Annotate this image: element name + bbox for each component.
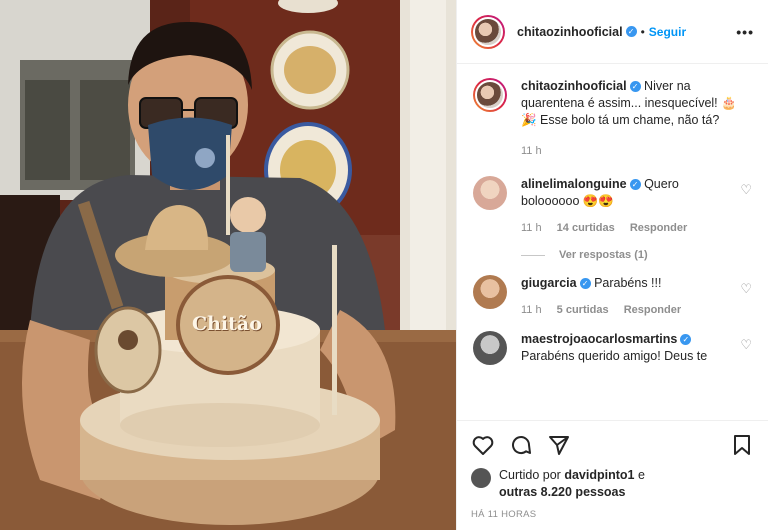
comment-text: Parabéns !!! — [594, 276, 662, 290]
verified-icon: ✓ — [680, 334, 692, 346]
reply-button[interactable]: Responder — [624, 304, 681, 316]
verified-icon: ✓ — [629, 81, 641, 93]
likes-others[interactable]: outras 8.220 pessoas — [499, 485, 625, 499]
separator-dot: • — [640, 24, 645, 39]
comment: alinelimalonguine ✓ Quero boloooooo 😍😍 11… — [473, 176, 752, 237]
share-icon[interactable] — [547, 433, 571, 457]
caption: chitaozinhooficial ✓ Niver na quarentena … — [473, 78, 752, 160]
view-replies-label[interactable]: Ver respostas (1) — [559, 249, 648, 261]
post-timestamp[interactable]: HÁ 11 HORAS — [471, 509, 754, 520]
comment-text: Parabéns querido amigo! Deus te — [521, 349, 708, 363]
commenter-avatar[interactable] — [473, 331, 507, 365]
cake-text: Chitão — [192, 313, 262, 335]
heart-icon[interactable] — [471, 433, 495, 457]
commenter-avatar[interactable] — [473, 275, 507, 309]
heart-icon[interactable]: ♡ — [740, 337, 752, 353]
heart-icon[interactable]: ♡ — [740, 281, 752, 297]
liker-avatar[interactable] — [471, 468, 491, 488]
comment-time[interactable]: 11 h — [521, 304, 542, 316]
comment-likes[interactable]: 14 curtidas — [557, 222, 615, 234]
comment-likes[interactable]: 5 curtidas — [557, 304, 609, 316]
caption-username[interactable]: chitaozinhooficial — [521, 79, 627, 93]
post-header: chitaozinhooficial ✓ • Seguir ••• — [457, 0, 768, 64]
author-avatar[interactable] — [473, 78, 507, 112]
comments-list[interactable]: chitaozinhooficial ✓ Niver na quarentena … — [457, 64, 768, 420]
verified-icon: ✓ — [579, 278, 591, 290]
comment: maestrojoaocarlosmartins ✓ Parabéns queri… — [473, 331, 752, 365]
comment-username[interactable]: alinelimalonguine — [521, 177, 627, 191]
reply-button[interactable]: Responder — [630, 222, 687, 234]
post-actions: Curtido por davidpinto1 e outras 8.220 p… — [457, 420, 768, 530]
commenter-avatar[interactable] — [473, 176, 507, 210]
caption-time[interactable]: 11 h — [521, 145, 542, 157]
photo-illustration — [0, 0, 456, 530]
post-photo[interactable]: Chitão — [0, 0, 456, 530]
likes-prefix: Curtido por — [499, 468, 561, 482]
comment-time[interactable]: 11 h — [521, 222, 542, 234]
liker-username[interactable]: davidpinto1 — [564, 468, 634, 482]
verified-icon: ✓ — [629, 179, 641, 191]
verified-icon: ✓ — [625, 26, 637, 37]
comment-username[interactable]: maestrojoaocarlosmartins — [521, 332, 677, 346]
post-side-panel: chitaozinhooficial ✓ • Seguir ••• chitao… — [456, 0, 768, 530]
replies-line — [521, 254, 545, 256]
likes-suffix: e — [637, 468, 645, 482]
comment-icon[interactable] — [509, 433, 533, 457]
heart-icon[interactable]: ♡ — [740, 182, 752, 198]
view-replies[interactable]: Ver respostas (1) — [521, 249, 752, 261]
likes-summary: Curtido por davidpinto1 e outras 8.220 p… — [471, 467, 754, 501]
author-username[interactable]: chitaozinhooficial — [517, 25, 623, 39]
comment-username[interactable]: giugarcia — [521, 276, 577, 290]
follow-button[interactable]: Seguir — [649, 25, 686, 39]
comment: giugarcia ✓ Parabéns !!! 11 h 5 curtidas … — [473, 275, 752, 319]
bookmark-icon[interactable] — [730, 433, 754, 457]
more-icon[interactable]: ••• — [736, 24, 754, 40]
author-avatar[interactable] — [471, 14, 505, 49]
